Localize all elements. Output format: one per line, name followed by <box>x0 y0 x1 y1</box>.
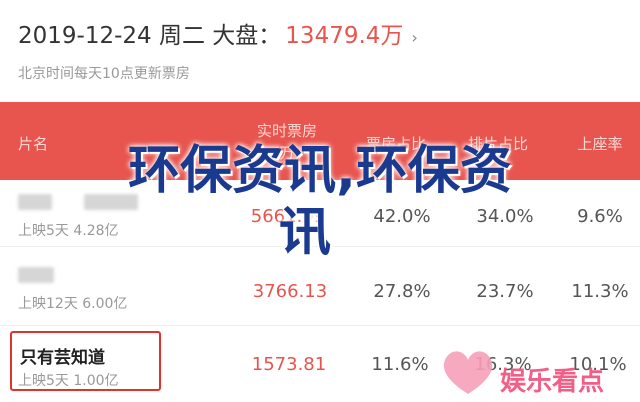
release-info: 上映12天 6.00亿 <box>18 296 128 312</box>
movie-title[interactable]: 只有芸知道 <box>20 343 105 368</box>
col-realtime[interactable]: 实时票房 <box>257 120 317 141</box>
box-office-share: 11.6% <box>371 354 429 375</box>
attendance-rate: 11.3% <box>571 281 629 302</box>
update-note: 北京时间每天10点更新票房 <box>18 66 190 82</box>
box-office-share: 27.8% <box>373 281 431 302</box>
watermark-line-2: 讯 <box>278 203 331 263</box>
date-summary[interactable]: 2019-12-24 周二 大盘： 13479.4万 › <box>18 16 418 50</box>
brand-logo-text: 娱乐看点 <box>500 367 605 397</box>
watermark-line-1: 环保资讯,环保资 <box>128 141 512 201</box>
chevron-right-icon[interactable]: › <box>411 28 417 47</box>
screening-share: 23.7% <box>476 281 534 302</box>
date-label: 2019-12-24 周二 大盘： <box>18 23 282 49</box>
watermark-overlay: 环保资讯,环保资 讯 <box>0 140 640 264</box>
realtime-box-office: 3766.13 <box>252 281 328 302</box>
page-header: 2019-12-24 周二 大盘： 13479.4万 › 北京时间每天10点更新… <box>0 0 640 102</box>
realtime-box-office: 1573.81 <box>251 354 327 375</box>
blurred-title <box>18 267 54 283</box>
total-box-office: 13479.4万 <box>285 23 404 49</box>
